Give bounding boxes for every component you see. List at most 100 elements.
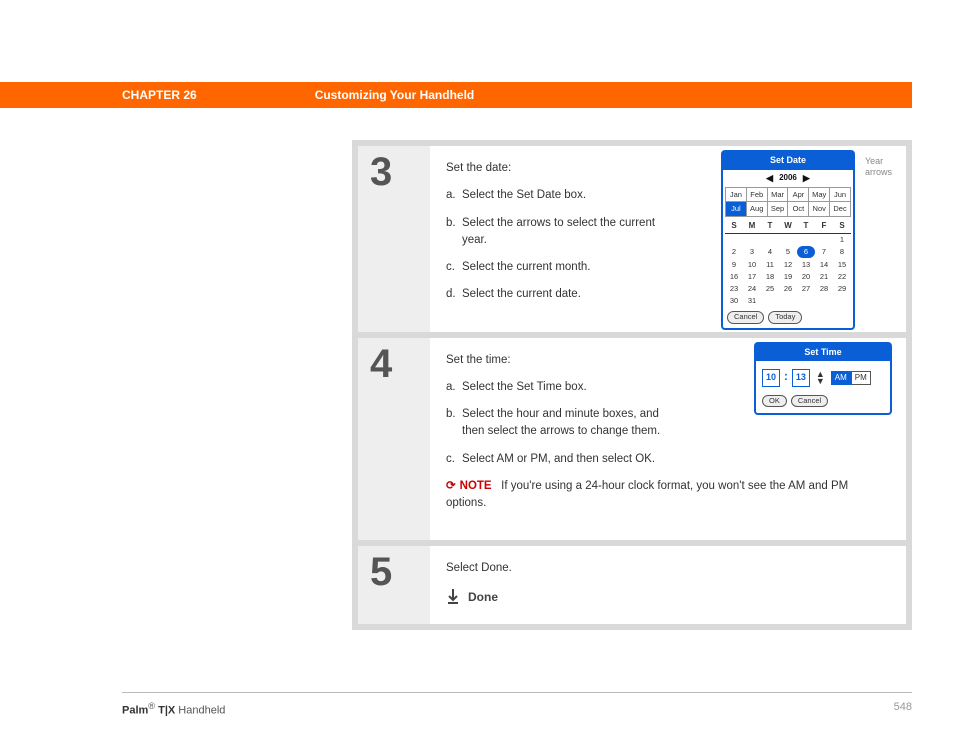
arrow-down-icon[interactable]: ▼ — [816, 378, 825, 384]
time-colon: : — [784, 369, 788, 386]
day-cell[interactable]: 3 — [743, 246, 761, 258]
ok-button[interactable]: OK — [762, 395, 787, 408]
note-text: If you're using a 24-hour clock format, … — [446, 480, 848, 509]
day-cell[interactable]: 16 — [725, 270, 743, 282]
month-cell[interactable]: Mar — [768, 188, 789, 202]
substep-text: Select the hour and minute boxes, and th… — [462, 408, 660, 437]
month-cell[interactable]: Dec — [830, 202, 851, 216]
note-label: NOTE — [460, 480, 492, 492]
month-cell[interactable]: Apr — [788, 188, 809, 202]
day-cell[interactable]: 7 — [815, 246, 833, 258]
note: ⟳ NOTE If you're using a 24-hour clock fo… — [446, 478, 890, 513]
day-cell[interactable]: 6 — [797, 246, 815, 258]
done-label: Done — [468, 588, 498, 606]
day-cell[interactable]: 29 — [833, 283, 851, 295]
month-cell[interactable]: Aug — [747, 202, 768, 216]
step-number: 3 — [358, 146, 430, 332]
substep-text: Select the Set Date box. — [462, 189, 586, 201]
substep: d.Select the current date. — [446, 286, 656, 303]
step-4: 4 Set the time: a.Select the Set Time bo… — [358, 338, 906, 547]
day-cell[interactable]: 30 — [725, 295, 743, 307]
step-intro: Set the time: — [446, 352, 662, 369]
step-body: Set the time: a.Select the Set Time box.… — [430, 338, 906, 541]
day-cell — [815, 234, 833, 246]
month-cell[interactable]: Feb — [747, 188, 768, 202]
dialog-title: Set Time — [756, 344, 890, 362]
substep-text: Select AM or PM, and then select OK. — [462, 453, 655, 465]
minute-box[interactable]: 13 — [792, 369, 810, 387]
day-cell[interactable]: 24 — [743, 283, 761, 295]
substep-text: Select the current date. — [462, 288, 581, 300]
dow-cell: M — [743, 219, 761, 233]
day-cell[interactable]: 4 — [761, 246, 779, 258]
day-cell — [797, 234, 815, 246]
hour-box[interactable]: 10 — [762, 369, 780, 387]
month-cell[interactable]: Jun — [830, 188, 851, 202]
day-cell[interactable]: 31 — [743, 295, 761, 307]
step-number: 4 — [358, 338, 430, 541]
day-cell[interactable]: 22 — [833, 270, 851, 282]
year-arrows-callout: Year arrows — [865, 156, 892, 178]
step-intro: Set the date: — [446, 160, 656, 177]
day-cell[interactable]: 20 — [797, 270, 815, 282]
day-cell[interactable]: 14 — [815, 258, 833, 270]
day-cell[interactable]: 15 — [833, 258, 851, 270]
day-cell[interactable]: 17 — [743, 270, 761, 282]
dow-cell: T — [761, 219, 779, 233]
cancel-button[interactable]: Cancel — [727, 311, 764, 324]
step-body: Set the date: a.Select the Set Date box.… — [430, 146, 906, 332]
pm-button[interactable]: PM — [851, 371, 871, 385]
day-cell[interactable]: 23 — [725, 283, 743, 295]
page-footer: Palm® T|X Handheld 548 — [122, 692, 912, 717]
substep: a.Select the Set Date box. — [446, 187, 656, 204]
substep: a.Select the Set Time box. — [446, 379, 662, 396]
day-cell[interactable]: 10 — [743, 258, 761, 270]
day-cell[interactable]: 27 — [797, 283, 815, 295]
day-cell — [779, 234, 797, 246]
day-cell[interactable]: 28 — [815, 283, 833, 295]
day-cell[interactable]: 8 — [833, 246, 851, 258]
dialog-title: Set Date — [723, 152, 853, 170]
note-icon: ⟳ — [446, 480, 456, 492]
month-cell[interactable]: Sep — [768, 202, 789, 216]
chapter-title: Customizing Your Handheld — [315, 88, 475, 102]
month-cell[interactable]: Oct — [788, 202, 809, 216]
day-cell[interactable]: 11 — [761, 258, 779, 270]
substep: b.Select the arrows to select the curren… — [446, 215, 656, 250]
time-stepper[interactable]: ▲▼ — [816, 371, 825, 384]
month-cell[interactable]: Jul — [726, 202, 747, 216]
dow-cell: F — [815, 219, 833, 233]
substep: c.Select AM or PM, and then select OK. — [446, 451, 890, 468]
month-cell[interactable]: May — [809, 188, 830, 202]
chapter-header: CHAPTER 26 Customizing Your Handheld — [0, 82, 912, 108]
am-button[interactable]: AM — [831, 371, 851, 385]
steps-container: 3 Set the date: a.Select the Set Date bo… — [352, 140, 912, 630]
day-cell[interactable]: 25 — [761, 283, 779, 295]
step-5: 5 Select Done. Done — [358, 546, 906, 623]
day-cell[interactable]: 2 — [725, 246, 743, 258]
year-next-arrow-icon[interactable]: ▶ — [803, 172, 810, 186]
cancel-button[interactable]: Cancel — [791, 395, 828, 408]
today-button[interactable]: Today — [768, 311, 802, 324]
year-prev-arrow-icon[interactable]: ◀ — [766, 172, 773, 186]
day-cell[interactable]: 12 — [779, 258, 797, 270]
day-cell[interactable]: 18 — [761, 270, 779, 282]
day-cell[interactable]: 1 — [833, 234, 851, 246]
day-cell[interactable]: 13 — [797, 258, 815, 270]
dow-cell: S — [833, 219, 851, 233]
done-indicator: Done — [446, 588, 890, 606]
day-cell[interactable]: 26 — [779, 283, 797, 295]
day-cell[interactable]: 21 — [815, 270, 833, 282]
step-intro: Select Done. — [446, 560, 890, 577]
set-date-dialog: Set Date ◀ 2006 ▶ JanFebMarAprMayJunJulA… — [721, 150, 855, 330]
month-cell[interactable]: Jan — [726, 188, 747, 202]
day-cell[interactable]: 5 — [779, 246, 797, 258]
day-cell[interactable]: 19 — [779, 270, 797, 282]
day-cell — [725, 234, 743, 246]
brand-model: T|X — [155, 705, 175, 717]
day-cell[interactable]: 9 — [725, 258, 743, 270]
month-cell[interactable]: Nov — [809, 202, 830, 216]
chapter-label: CHAPTER 26 — [122, 88, 197, 102]
brand-tail: Handheld — [175, 705, 225, 717]
page-number: 548 — [894, 701, 912, 717]
